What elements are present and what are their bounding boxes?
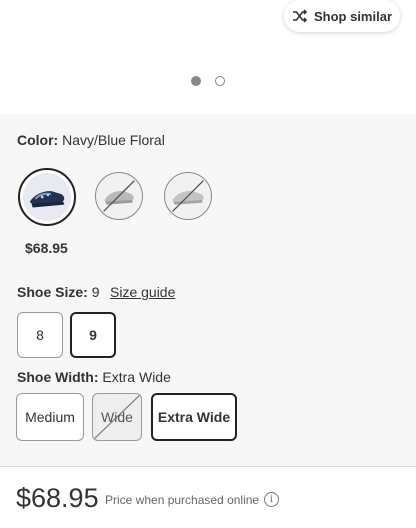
width-value: Extra Wide [102, 369, 171, 385]
size-option-8[interactable]: 8 [17, 312, 63, 358]
carousel-dot-2[interactable] [215, 76, 225, 86]
color-swatch-unavailable-2[interactable] [164, 172, 212, 220]
width-option-wide-label: Wide [101, 409, 133, 425]
color-swatch-unavailable-1[interactable] [95, 172, 143, 220]
color-label-key: Color: [17, 132, 59, 148]
shop-similar-button[interactable]: Shop similar [284, 0, 400, 32]
width-option-wide[interactable]: Wide [92, 393, 142, 441]
carousel-dot-1[interactable] [191, 76, 201, 86]
color-swatch-navy-blue-floral[interactable] [18, 168, 76, 226]
unavailable-shoe-icon [172, 180, 204, 212]
product-options-panel: Color: Navy/Blue Floral $68.95 Shoe Size… [0, 114, 416, 466]
carousel-dots [0, 76, 416, 86]
product-image-area: Shop similar [0, 0, 416, 114]
info-icon[interactable]: i [264, 492, 279, 507]
width-label-key: Shoe Width: [17, 369, 99, 385]
shuffle-icon [292, 9, 308, 23]
shop-similar-label: Shop similar [313, 8, 393, 24]
color-label: Color: Navy/Blue Floral [17, 132, 165, 148]
divider [0, 466, 416, 467]
size-value: 9 [91, 284, 100, 300]
width-label: Shoe Width: Extra Wide [17, 369, 171, 385]
size-option-9[interactable]: 9 [70, 312, 116, 358]
width-option-medium[interactable]: Medium [16, 393, 84, 441]
product-price: $68.95 [16, 483, 99, 513]
unavailable-shoe-icon [103, 180, 135, 212]
size-guide-link[interactable]: Size guide [110, 284, 175, 300]
shoe-thumbnail-icon [29, 191, 65, 208]
width-option-extra-wide[interactable]: Extra Wide [151, 393, 237, 441]
color-value: Navy/Blue Floral [62, 132, 165, 148]
size-label-key: Shoe Size: [17, 284, 88, 300]
price-note: Price when purchased online [105, 493, 260, 507]
size-label: Shoe Size: 9 [17, 284, 99, 300]
color-price: $68.95 [25, 240, 68, 256]
